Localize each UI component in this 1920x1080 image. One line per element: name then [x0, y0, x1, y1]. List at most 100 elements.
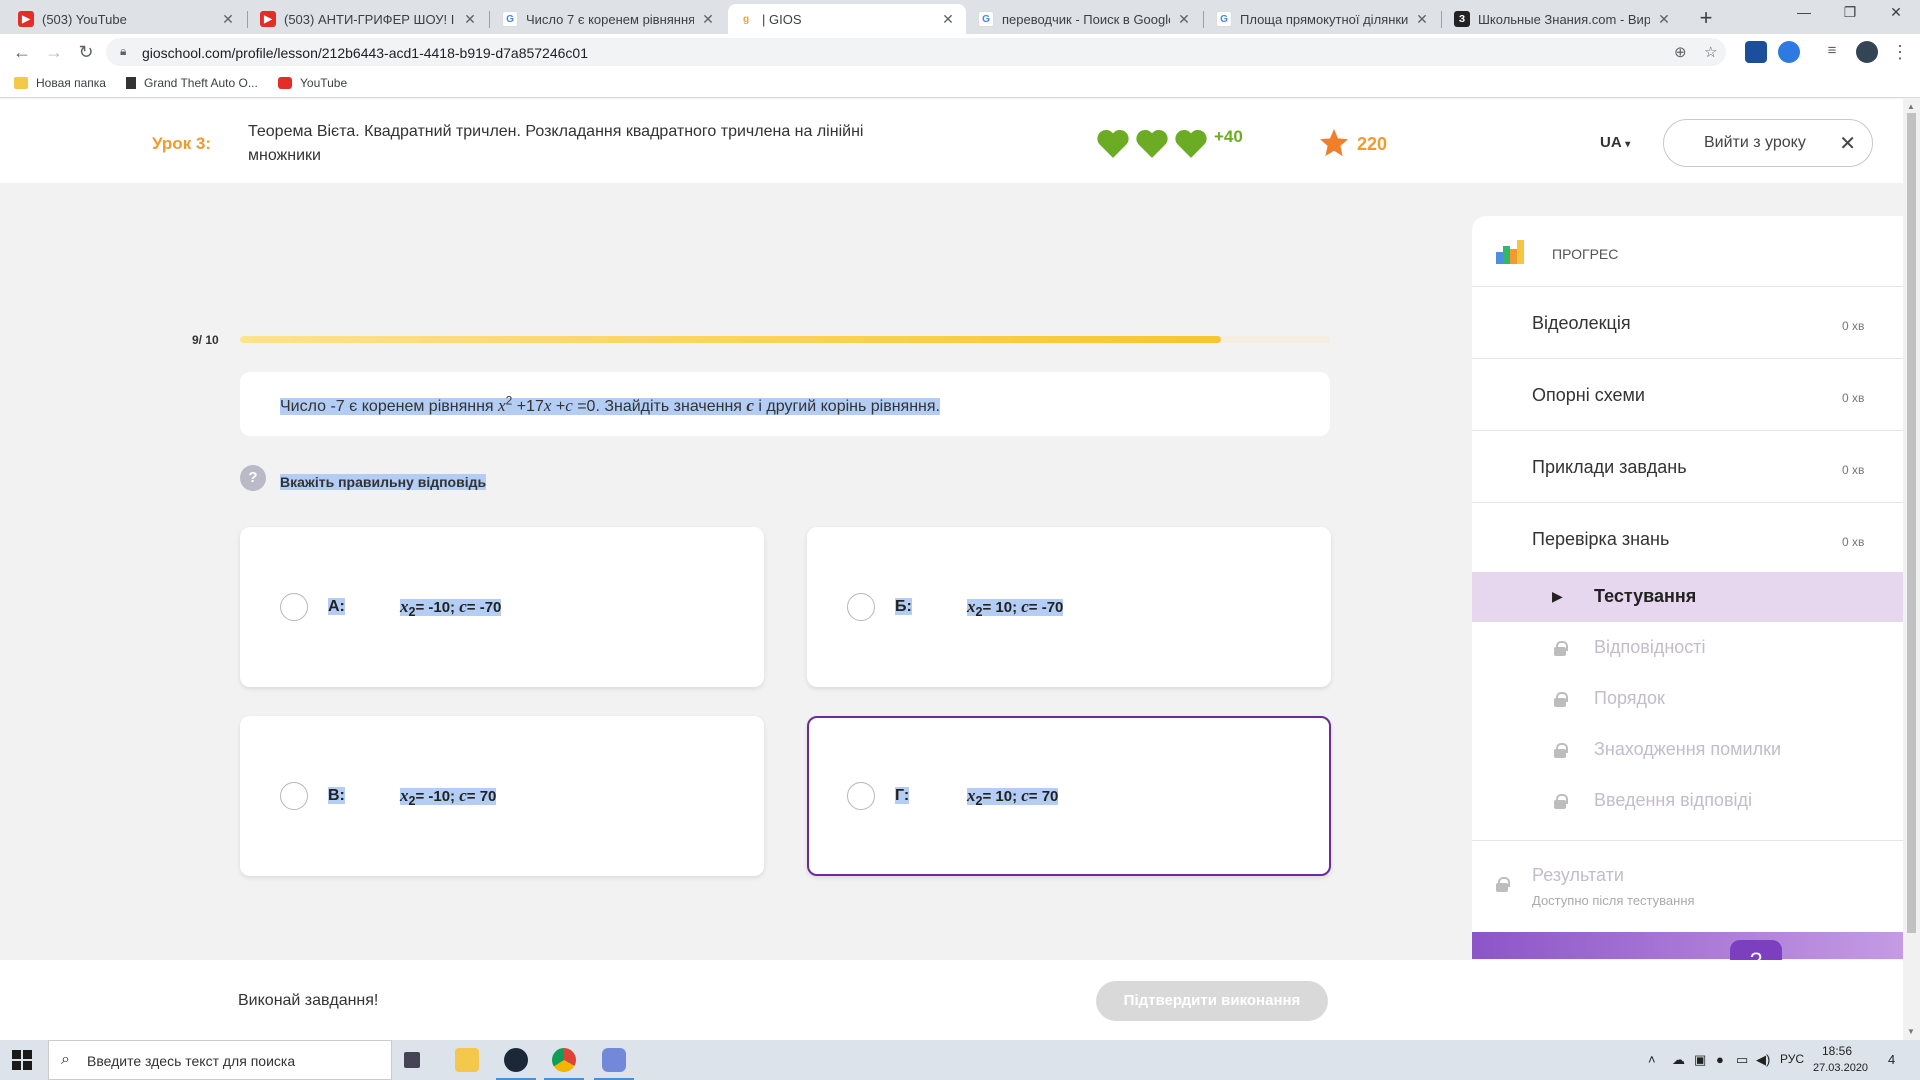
close-icon[interactable]: ✕: [220, 11, 236, 28]
close-icon[interactable]: ✕: [1176, 11, 1192, 28]
answer-text: x2= -10; c= 70: [400, 786, 497, 808]
close-icon[interactable]: ✕: [940, 11, 956, 28]
radio-button[interactable]: [280, 782, 308, 810]
file-explorer-icon[interactable]: [455, 1048, 479, 1072]
scroll-down-icon[interactable]: ▼: [1907, 1027, 1915, 1036]
tab-title: Площа прямокутної ділянки, як: [1240, 11, 1408, 27]
browser-tab[interactable]: ▶ (503) АНТИ-ГРИФЕР ШОУ! I НЕВ ✕: [250, 4, 488, 34]
sidebar-subitem-testing[interactable]: ▶ Тестування: [1472, 572, 1904, 622]
sidebar-item-knowledge-check[interactable]: Перевірка знань 0 хв: [1472, 502, 1904, 574]
minimize-button[interactable]: —: [1784, 4, 1824, 20]
help-icon[interactable]: ?: [240, 465, 266, 491]
progress-chart-icon: [1496, 240, 1524, 264]
address-bar[interactable]: 🔒︎ gioschool.com/profile/lesson/212b6443…: [106, 38, 1726, 66]
extension-icon[interactable]: [1778, 41, 1800, 63]
youtube-icon: ▶: [260, 11, 276, 27]
browser-tab-active[interactable]: g | GIOS ✕: [728, 4, 966, 34]
sidebar-footer-bar: [1472, 932, 1904, 959]
sidebar-title: ПРОГРЕС: [1552, 246, 1619, 262]
close-icon[interactable]: ✕: [462, 11, 478, 28]
back-icon[interactable]: ←: [12, 42, 32, 63]
forward-icon[interactable]: →: [44, 42, 64, 63]
answer-option-a[interactable]: А: x2= -10; c= -70: [240, 527, 764, 687]
task-footer: Виконай завдання! Підтвердити виконання: [0, 960, 1903, 1040]
answer-text: x2= -10; c= -70: [400, 597, 502, 619]
volume-icon[interactable]: ◀): [1756, 1052, 1770, 1068]
windows-taskbar: ⌕ Введите здесь текст для поиска ˄ ☁ ▣ ●…: [0, 1040, 1920, 1080]
answer-option-v[interactable]: В: x2= -10; c= 70: [240, 716, 764, 876]
exit-lesson-button[interactable]: Вийти з уроку ✕: [1663, 119, 1873, 167]
network-icon[interactable]: ▭: [1736, 1052, 1748, 1068]
steam-icon[interactable]: [496, 1048, 536, 1080]
question-text: Число -7 є коренем рівняння x2 +17x +c =…: [280, 394, 940, 416]
clock-time[interactable]: 18:56: [1822, 1044, 1852, 1058]
bookmark-item[interactable]: YouTube: [278, 76, 347, 90]
windows-start-icon[interactable]: [12, 1050, 32, 1070]
bookmark-item[interactable]: Новая папка: [14, 76, 106, 90]
close-icon[interactable]: ✕: [700, 11, 716, 28]
notifications-icon[interactable]: 4: [1888, 1052, 1895, 1067]
browser-tab[interactable]: G Число 7 є коренем рівняння x2 ✕: [492, 4, 726, 34]
new-tab-button[interactable]: +: [1692, 5, 1720, 31]
instruction-text: Вкажіть правильну відповідь: [280, 474, 487, 490]
heart-icon: [1175, 129, 1207, 158]
reload-icon[interactable]: ↻: [76, 42, 96, 63]
language-indicator[interactable]: РУС: [1780, 1052, 1804, 1066]
browser-tab[interactable]: G переводчик - Поиск в Google ✕: [968, 4, 1202, 34]
sidebar-item-examples[interactable]: Приклади завдань 0 хв: [1472, 430, 1904, 502]
gta-icon: [126, 77, 136, 89]
lock-icon: [1554, 641, 1568, 656]
page-scrollbar[interactable]: ▲ ▼: [1903, 99, 1920, 1040]
tab-title: Число 7 є коренем рівняння x2: [526, 11, 694, 27]
radio-button[interactable]: [280, 593, 308, 621]
restore-button[interactable]: ❐: [1830, 4, 1870, 21]
language-selector[interactable]: UA ▾: [1600, 134, 1630, 151]
footer-message: Виконай завдання!: [238, 992, 379, 1009]
sidebar-item-time: 0 хв: [1842, 535, 1865, 549]
search-icon: ⌕: [61, 1051, 70, 1068]
sidebar-item-schemes[interactable]: Опорні схеми 0 хв: [1472, 358, 1904, 430]
bookmark-item[interactable]: Grand Theft Auto O...: [126, 76, 258, 90]
task-view-icon[interactable]: [404, 1052, 420, 1068]
confirm-button[interactable]: Підтвердити виконання: [1096, 981, 1328, 1021]
close-icon[interactable]: ✕: [1656, 11, 1672, 28]
tab-title: (503) YouTube: [42, 11, 127, 27]
taskbar-search[interactable]: ⌕ Введите здесь текст для поиска: [48, 1040, 392, 1080]
results-label: Результати: [1532, 865, 1624, 885]
microphone-icon[interactable]: ●: [1716, 1052, 1724, 1067]
google-icon: G: [1216, 11, 1232, 27]
browser-tab[interactable]: ▶ (503) YouTube ✕: [8, 4, 246, 34]
onedrive-icon[interactable]: ☁: [1672, 1052, 1685, 1068]
radio-button[interactable]: [847, 782, 875, 810]
sidebar-subitem-label: Тестування: [1594, 586, 1697, 606]
lock-icon[interactable]: 🔒︎: [120, 44, 126, 59]
meet-icon[interactable]: ▣: [1694, 1052, 1706, 1068]
sidebar-item-videolecture[interactable]: Відеолекція 0 хв: [1472, 286, 1904, 358]
close-window-button[interactable]: ✕: [1876, 4, 1916, 21]
url-text[interactable]: gioschool.com/profile/lesson/212b6443-ac…: [142, 45, 588, 61]
answer-option-b[interactable]: Б: x2= 10; c= -70: [807, 527, 1331, 687]
progress-sidebar: ПРОГРЕС Відеолекція 0 хв Опорні схеми 0 …: [1472, 216, 1904, 959]
browser-toolbar: ← → ↻ 🔒︎ gioschool.com/profile/lesson/21…: [0, 34, 1920, 70]
discord-icon[interactable]: [594, 1048, 634, 1080]
close-icon[interactable]: ✕: [1414, 11, 1430, 28]
sidebar-subitem-matching: Відповідності: [1472, 623, 1904, 673]
menu-icon[interactable]: ⋮: [1890, 42, 1910, 63]
radio-button[interactable]: [847, 593, 875, 621]
scroll-up-icon[interactable]: ▲: [1907, 102, 1915, 111]
browser-tab[interactable]: G Площа прямокутної ділянки, як ✕: [1206, 4, 1440, 34]
tray-chevron-icon[interactable]: ˄: [1648, 1052, 1656, 1067]
media-icon[interactable]: ≡: [1822, 42, 1842, 59]
answer-option-g[interactable]: Г: x2= 10; c= 70: [807, 716, 1331, 876]
score-value: 220: [1357, 134, 1388, 154]
extension-icon[interactable]: [1745, 41, 1767, 63]
zoom-icon[interactable]: ⊕: [1674, 43, 1687, 61]
browser-tab[interactable]: З Школьные Знания.com - Вирішу ✕: [1444, 4, 1682, 34]
scroll-thumb[interactable]: [1907, 113, 1916, 933]
chrome-icon[interactable]: [544, 1048, 584, 1080]
bookmark-star-icon[interactable]: ☆: [1704, 43, 1717, 61]
clock-date[interactable]: 27.03.2020: [1813, 1062, 1868, 1074]
avatar[interactable]: [1856, 41, 1878, 63]
progress-bar: [240, 336, 1330, 343]
lock-icon: [1496, 877, 1510, 892]
